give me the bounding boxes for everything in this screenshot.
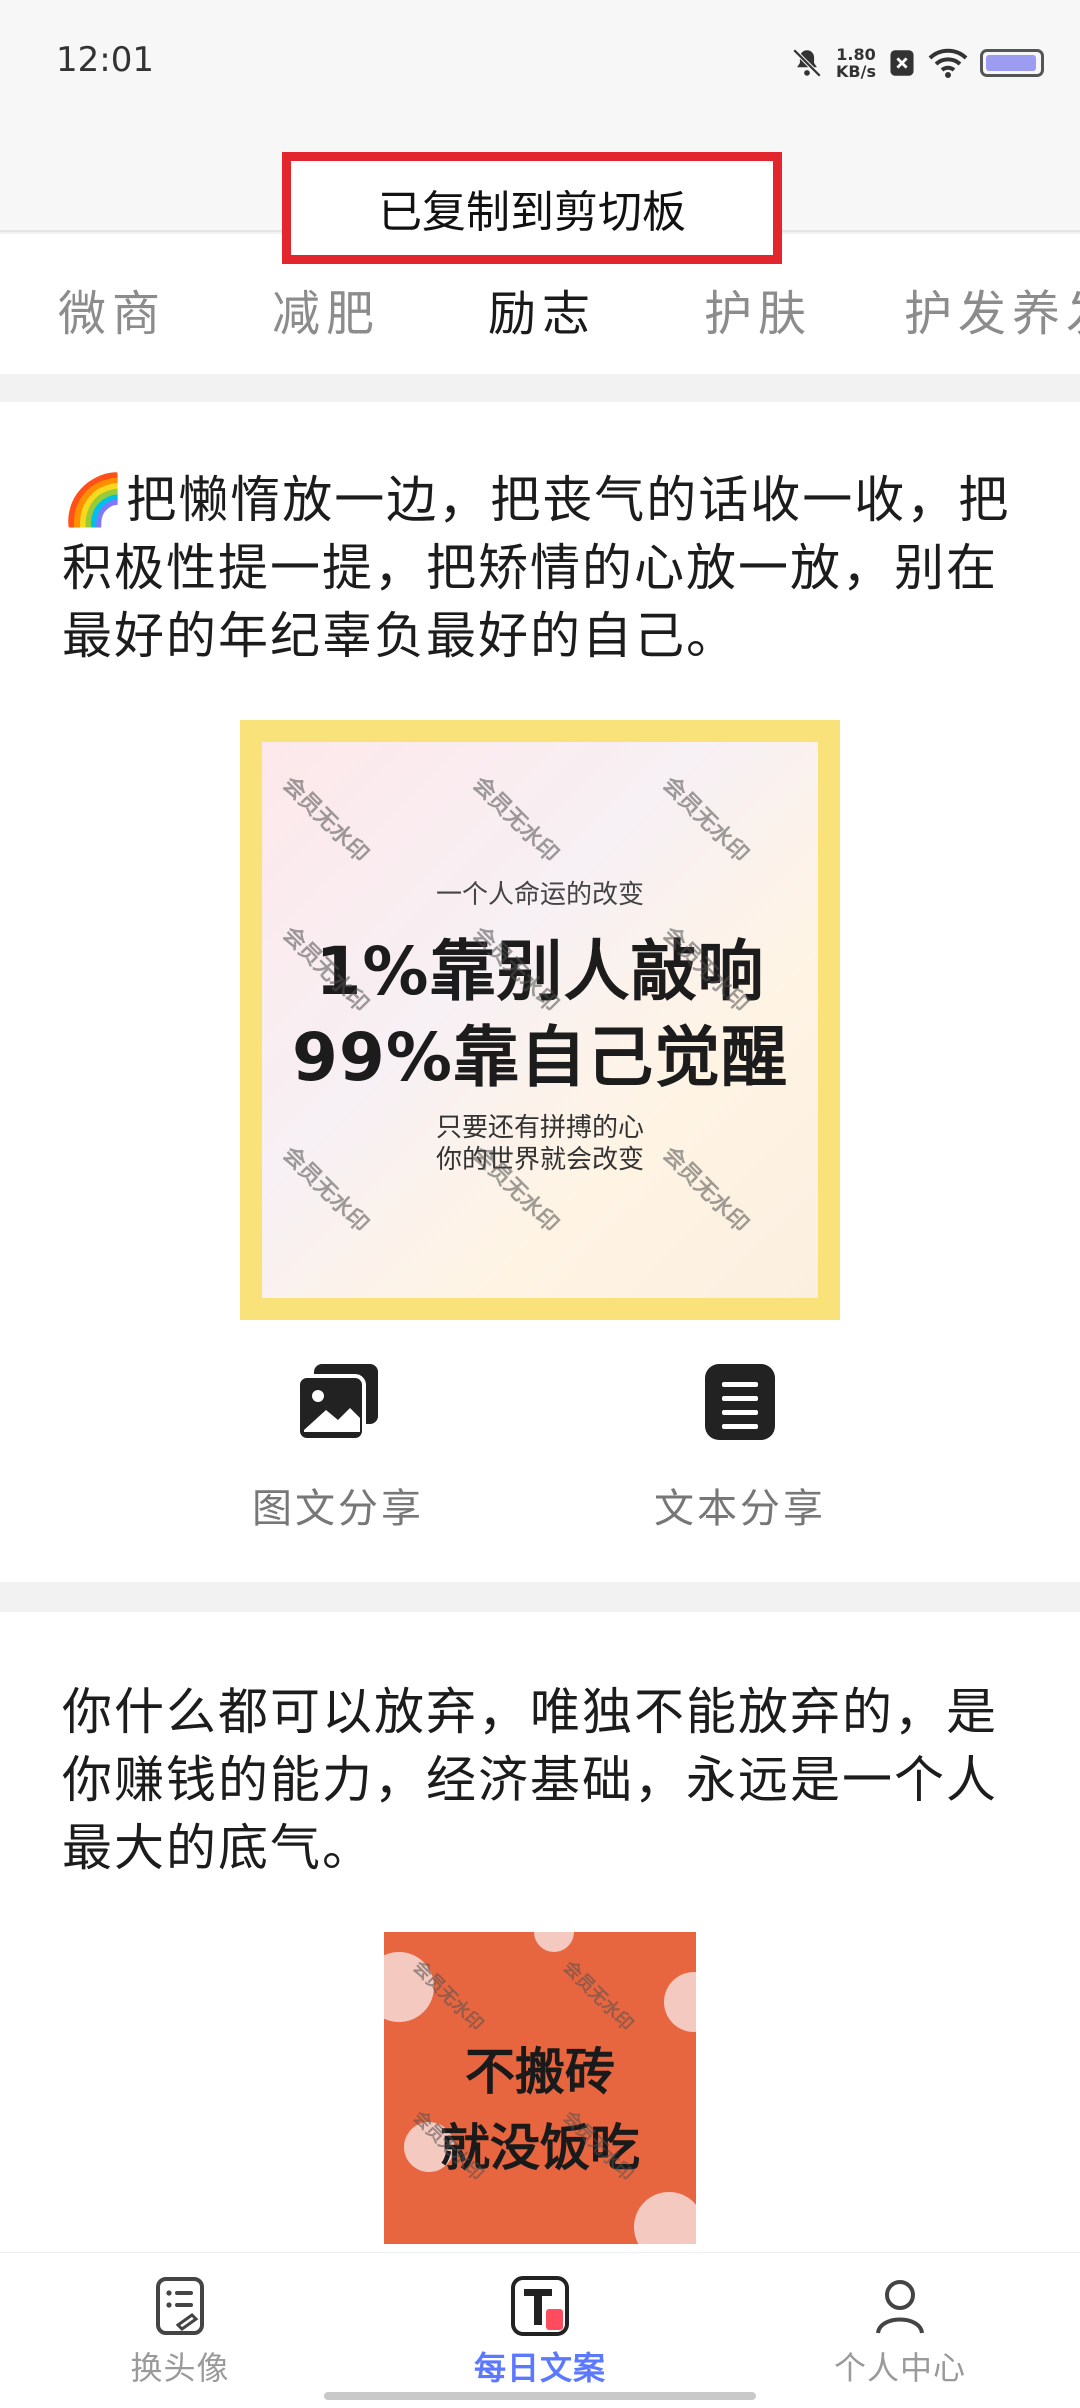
post-image[interactable]: 不搬砖 就没饭吃 会员无水印 会员无水印 会员无水印 会员无水印 — [384, 1932, 696, 2244]
tab-hufu[interactable]: 护肤 — [704, 274, 812, 344]
status-icons: 1.80 KB/s — [790, 40, 1044, 86]
tab-jianfei[interactable]: 减肥 — [272, 274, 380, 344]
image-share-label: 图文分享 — [252, 1486, 424, 1532]
watermark: 会员无水印 — [467, 772, 563, 868]
bottom-nav: 换头像 每日文案 个人中心 — [0, 2252, 1080, 2408]
watermark: 会员无水印 — [657, 772, 753, 868]
watermark: 会员无水印 — [277, 772, 373, 868]
image-headline-1: 不搬砖 — [465, 2042, 615, 2101]
nav-change-avatar[interactable]: 换头像 — [60, 2275, 300, 2389]
nav-personal-center[interactable]: 个人中心 — [780, 2275, 1020, 2389]
home-indicator[interactable] — [324, 2392, 756, 2400]
nav-label-change-avatar: 换头像 — [130, 2349, 230, 2387]
avatar-list-icon — [156, 2277, 204, 2335]
sim-off-icon — [890, 50, 914, 76]
post-text-body: 把懒惰放一边，把丧气的话收一收，把积极性提一提，把矫情的心放一放，别在最好的年纪… — [62, 471, 1011, 665]
post-image-content: 一个人命运的改变 1%靠别人敲响 99%靠自己觉醒 只要还有拼搏的心 你的世界就… — [262, 742, 818, 1298]
tab-weishang[interactable]: 微商 — [58, 274, 166, 344]
status-time: 12:01 — [56, 40, 154, 80]
watermark: 会员无水印 — [558, 1956, 638, 2036]
post-card: 你什么都可以放弃，唯独不能放弃的，是你赚钱的能力，经济基础，永远是一个人最大的底… — [0, 1612, 1080, 2252]
net-speed-unit: KB/s — [836, 62, 876, 81]
text-share-label: 文本分享 — [654, 1486, 826, 1532]
image-share-button[interactable]: 图文分享 — [208, 1362, 468, 1542]
status-bar: 12:01 1.80 KB/s — [0, 0, 1080, 120]
tab-lizhi[interactable]: 励志 — [488, 274, 596, 344]
net-speed-value: 1.80 — [836, 45, 876, 64]
image-foot-1: 只要还有拼搏的心 — [435, 1113, 644, 1143]
post-image[interactable]: 一个人命运的改变 1%靠别人敲响 99%靠自己觉醒 只要还有拼搏的心 你的世界就… — [240, 720, 840, 1320]
copied-toast: 已复制到剪切板 — [282, 152, 782, 264]
daily-text-icon — [511, 2276, 569, 2336]
wifi-icon — [928, 48, 968, 78]
post-card: 🌈把懒惰放一边，把丧气的话收一收，把积极性提一提，把矫情的心放一放，别在最好的年… — [0, 402, 1080, 1582]
post-text[interactable]: 🌈把懒惰放一边，把丧气的话收一收，把积极性提一提，把矫情的心放一放，别在最好的年… — [62, 466, 1032, 670]
person-icon — [876, 2280, 924, 2334]
net-speed: 1.80 KB/s — [836, 46, 876, 80]
rainbow-icon: 🌈 — [62, 471, 127, 529]
mute-icon — [792, 48, 822, 78]
image-headline-2: 99%靠自己觉醒 — [292, 1019, 788, 1096]
battery-icon — [980, 49, 1044, 77]
text-share-icon — [705, 1364, 775, 1440]
image-foot-2: 你的世界就会改变 — [435, 1145, 644, 1175]
tab-hufa[interactable]: 护发养发 — [904, 274, 1080, 344]
post-text[interactable]: 你什么都可以放弃，唯独不能放弃的，是你赚钱的能力，经济基础，永远是一个人最大的底… — [62, 1678, 1032, 1882]
image-subtitle: 一个人命运的改变 — [435, 880, 644, 910]
text-share-button[interactable]: 文本分享 — [610, 1362, 870, 1542]
nav-label-daily-text: 每日文案 — [473, 2349, 606, 2387]
nav-label-personal-center: 个人中心 — [833, 2349, 966, 2387]
nav-daily-text[interactable]: 每日文案 — [420, 2275, 660, 2389]
image-share-icon — [296, 1364, 378, 1442]
